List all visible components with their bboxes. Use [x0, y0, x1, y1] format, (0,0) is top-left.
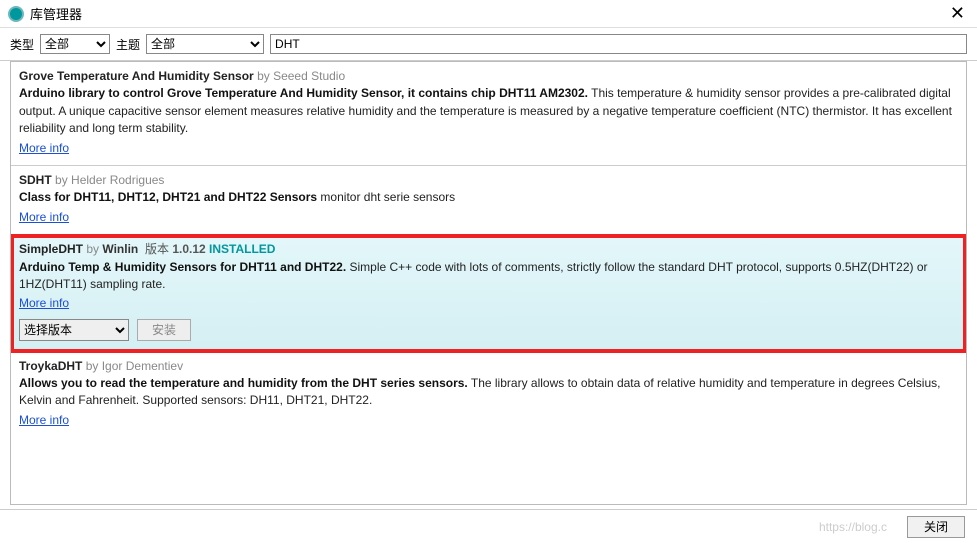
library-item[interactable]: SDHT by Helder Rodrigues Class for DHT11… [11, 166, 966, 235]
library-actions: 选择版本 安装 [19, 319, 958, 341]
more-info-link[interactable]: More info [19, 140, 69, 157]
more-info-link[interactable]: More info [19, 209, 69, 226]
library-item[interactable]: TroykaDHT by Igor Dementiev Allows you t… [11, 352, 966, 438]
topic-select[interactable]: 全部 [146, 34, 264, 54]
watermark-text: https://blog.c [819, 520, 887, 534]
library-description: Arduino library to control Grove Tempera… [19, 85, 958, 137]
dialog-footer: https://blog.c 关闭 [0, 509, 977, 543]
library-item-selected[interactable]: SimpleDHT by Winlin 版本 1.0.12 INSTALLED … [11, 235, 966, 352]
library-header: SimpleDHT by Winlin 版本 1.0.12 INSTALLED [19, 241, 958, 258]
install-button[interactable]: 安装 [137, 319, 191, 341]
close-button[interactable]: 关闭 [907, 516, 965, 538]
library-description: Class for DHT11, DHT12, DHT21 and DHT22 … [19, 189, 958, 206]
search-input[interactable] [270, 34, 967, 54]
library-author: by Seeed Studio [257, 69, 345, 83]
more-info-link[interactable]: More info [19, 295, 69, 312]
library-name: SDHT [19, 173, 52, 187]
library-header: TroykaDHT by Igor Dementiev [19, 358, 958, 375]
version-select[interactable]: 选择版本 [19, 319, 129, 341]
titlebar: 库管理器 ✕ [0, 0, 977, 28]
type-select[interactable]: 全部 [40, 34, 110, 54]
library-description: Arduino Temp & Humidity Sensors for DHT1… [19, 259, 958, 294]
filter-bar: 类型 全部 主题 全部 [0, 28, 977, 61]
library-header: SDHT by Helder Rodrigues [19, 172, 958, 189]
window-title: 库管理器 [30, 4, 946, 23]
close-icon[interactable]: ✕ [946, 3, 969, 24]
library-name: Grove Temperature And Humidity Sensor [19, 69, 254, 83]
library-description: Allows you to read the temperature and h… [19, 375, 958, 410]
library-item[interactable]: Grove Temperature And Humidity Sensor by… [11, 62, 966, 166]
library-author: by Helder Rodrigues [55, 173, 164, 187]
library-name: SimpleDHT [19, 242, 83, 256]
library-author: by Winlin [86, 242, 138, 256]
library-name: TroykaDHT [19, 359, 82, 373]
library-version-label: 版本 1.0.12 [142, 242, 206, 256]
library-list[interactable]: Grove Temperature And Humidity Sensor by… [10, 61, 967, 505]
more-info-link[interactable]: More info [19, 412, 69, 429]
library-author: by Igor Dementiev [86, 359, 183, 373]
topic-label: 主题 [116, 36, 140, 53]
arduino-logo-icon [8, 6, 24, 22]
library-header: Grove Temperature And Humidity Sensor by… [19, 68, 958, 85]
installed-badge: INSTALLED [209, 242, 275, 256]
type-label: 类型 [10, 36, 34, 53]
